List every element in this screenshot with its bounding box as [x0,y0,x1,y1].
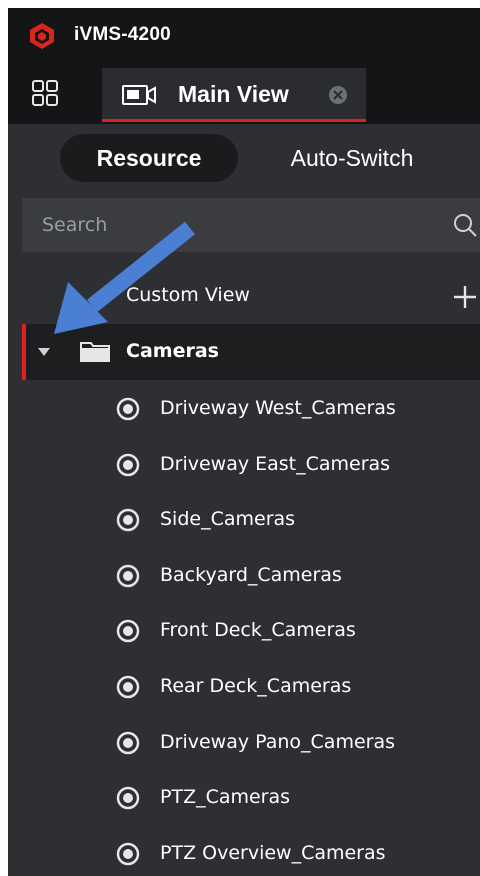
camera-label: Backyard_Cameras [160,563,342,586]
camera-icon [116,731,140,754]
app-window: iVMS-4200 Main View Resource Auto-Switch [8,8,480,876]
camera-list: Driveway West_Cameras Driveway East_Came… [8,380,480,876]
camera-label: Driveway West_Cameras [160,397,396,419]
close-icon[interactable] [328,85,348,105]
camera-icon [116,842,140,865]
add-icon[interactable] [452,284,478,310]
camera-icon [116,508,140,532]
title-bar: iVMS-4200 [8,8,480,62]
camera-label: Front Deck_Cameras [160,619,356,642]
camera-item[interactable]: Rear Deck_Cameras [8,658,480,714]
camera-item[interactable]: Side_Cameras [8,491,480,547]
camera-item[interactable]: Front Deck_Cameras [8,602,480,658]
resource-tab[interactable]: Resource [60,134,238,182]
tab-bar: Main View [8,62,480,124]
camera-item[interactable]: Backyard_Cameras [8,547,480,603]
camera-icon [116,564,140,588]
grid-menu-icon[interactable] [32,80,58,106]
camera-item[interactable]: PTZ_Cameras [8,769,480,825]
camera-view-icon [122,85,156,105]
camera-icon [116,786,140,810]
search-icon[interactable] [452,212,478,238]
auto-switch-tab[interactable]: Auto-Switch [252,134,452,182]
group-label: Cameras [126,340,219,362]
camera-label: Driveway East_Cameras [160,452,391,475]
camera-label: Rear Deck_Cameras [160,674,352,697]
camera-item[interactable]: Driveway Pano_Cameras [8,714,480,770]
caret-down-icon[interactable] [38,348,50,356]
camera-item[interactable]: Driveway West_Cameras [8,380,480,436]
camera-label: Side_Cameras [160,508,296,531]
annotation-arrow-icon [54,221,195,334]
camera-icon [116,675,140,699]
folder-icon [80,342,110,362]
camera-icon [116,397,140,421]
camera-label: PTZ Overview_Cameras [160,841,386,864]
app-title: iVMS-4200 [74,24,171,45]
tab-label: Main View [178,81,289,107]
tab-main-view[interactable]: Main View [102,68,366,122]
camera-icon [116,620,140,643]
ivms-logo-icon [30,23,54,49]
camera-item[interactable]: PTZ Overview_Cameras [8,825,480,876]
camera-item[interactable]: Driveway East_Cameras [8,436,480,492]
camera-icon [116,453,140,476]
camera-label: PTZ_Cameras [160,786,291,809]
camera-label: Driveway Pano_Cameras [160,730,395,753]
